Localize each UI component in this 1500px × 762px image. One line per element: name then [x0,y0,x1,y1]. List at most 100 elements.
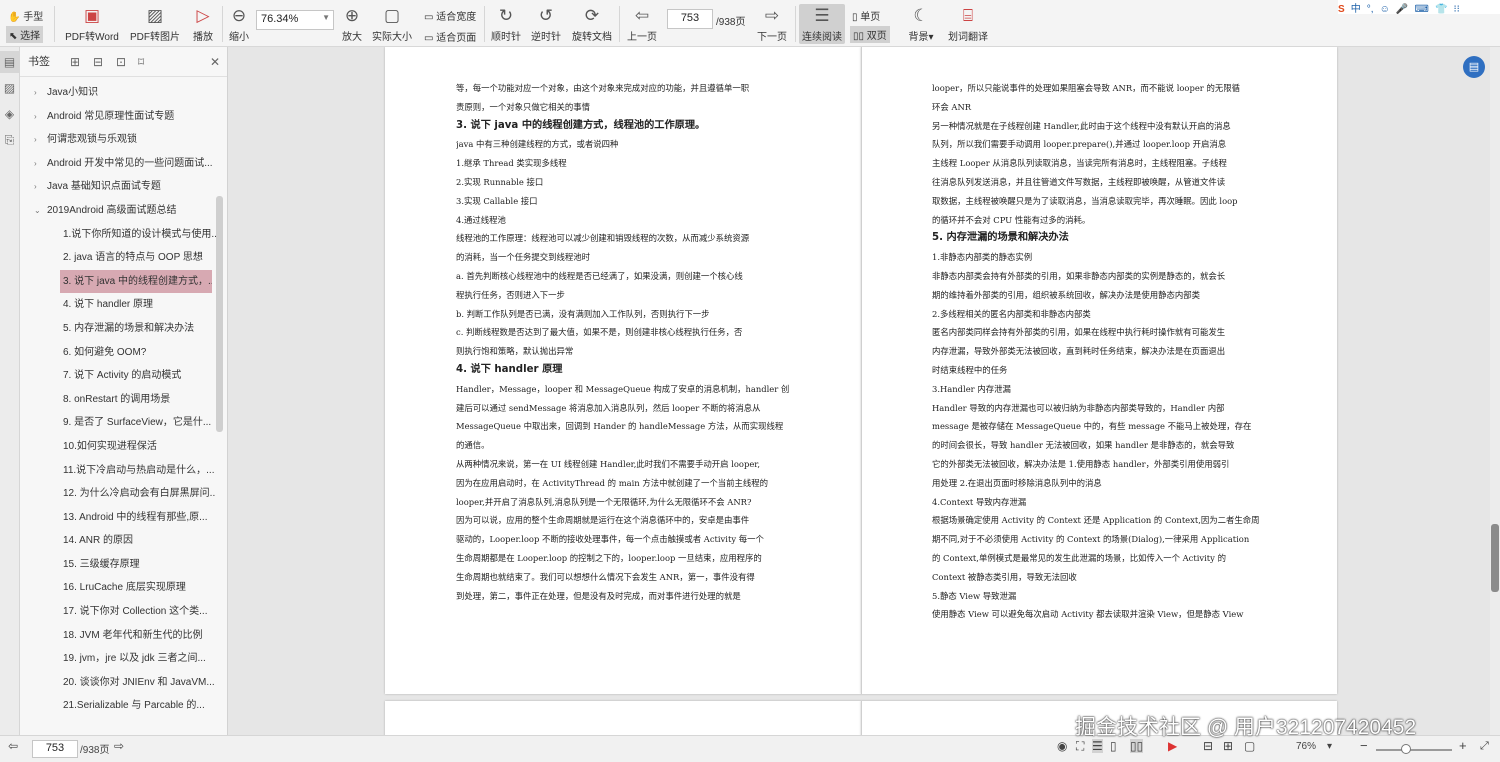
bookmark-item[interactable]: › Java 基础知识点面试专题 [20,175,216,199]
double-mode-icon[interactable]: ▯▯ [1130,739,1144,753]
bookmark-item[interactable]: 21.Serializable 与 Parcable 的... [20,694,216,718]
nav-back-icon[interactable]: ⇦ [8,739,18,753]
zoom-slider[interactable] [1376,749,1452,751]
toolbar: ✋ 手型 ⬉ 选择 ▣ PDF转Word ▨ PDF转图片 ▷ 播放 ⊖ 缩小 76.3… [0,0,1500,47]
bookmark-item[interactable]: › 何谓悲观锁与乐观锁 [20,128,216,152]
page-number-input[interactable]: 753 [667,9,713,29]
zoom-select[interactable]: 76.34% ▼ [256,10,334,30]
nav-forward-icon[interactable]: ⇨ [114,739,124,753]
next-page-button[interactable]: ⇨ 下一页 [754,5,790,43]
chevron-right-icon[interactable]: › [34,128,37,152]
bookmark-item[interactable]: 6. 如何避免 OOM? [20,341,216,365]
continuous-read-button[interactable]: ☰ 连续阅读 [799,5,845,43]
bookmark-item[interactable]: 9. 是否了 SurfaceView，它是什... [20,411,216,435]
bookmark-item[interactable]: 11.说下冷启动与热启动是什么，... [20,459,216,483]
page-total: /938页 [716,17,746,28]
pdf-to-image-button[interactable]: ▨ PDF转图片 [128,5,182,43]
document-scrollbar[interactable] [1490,47,1500,735]
attachment-panel-icon[interactable]: ⎘ [0,129,19,151]
chevron-right-icon[interactable]: › [34,81,37,105]
background-button[interactable]: ☾ 背景▾ [904,5,938,43]
play-mode-icon[interactable]: ▶ [1168,739,1177,753]
bookmark-item[interactable]: 15. 三级缓存原理 [20,553,216,577]
bookmark-item[interactable]: 4. 说下 handler 原理 [20,293,216,317]
bookmark-item[interactable]: 18. JVM 老年代和新生代的比例 [20,624,216,648]
double-page-button[interactable]: ▯▯ 双页 [850,26,890,43]
fit-page-icon[interactable]: ⊞ [1223,739,1233,753]
thumbnail-panel-icon[interactable]: ▨ [0,77,19,99]
bookmark-item[interactable]: 3. 说下 java 中的线程创建方式，... [60,269,212,294]
bookmark-item[interactable]: 2. java 语言的特点与 OOP 思想 [20,246,216,270]
actual-size-icon[interactable]: ▢ [1244,739,1255,753]
translate-button[interactable]: ⌸ 划词翻译 [946,5,990,43]
hand-tool-button[interactable]: ✋ 手型 [8,8,43,23]
bookmark-tag-icon[interactable]: ⌑ [138,47,144,77]
text-line: 使用静态 View 可以避免每次启动 Activity 都去读取并渲染 View… [932,609,1244,620]
bookmark-item[interactable]: › Java小知识 [20,81,216,105]
text-line: 内存泄漏，导致外部类无法被回收，直到耗时任务结束，解决办法是在页面退出 [932,346,1226,357]
bookmark-item[interactable]: 16. LruCache 底层实现原理 [20,576,216,600]
bookmark-label: 14. ANR 的原因 [63,535,134,547]
chevron-down-icon[interactable]: ⌄ [34,199,41,223]
rotate-counterclockwise-button[interactable]: ↺ 逆时针 [528,5,564,43]
fit-page-button[interactable]: ▭ 适合页面 [424,29,476,44]
document-view[interactable]: 等，每一个功能对应一个对象，由这个对象来完成对应的功能，并且遵循单一职 责原则，一… [232,47,1490,735]
text-line: 1.继承 Thread 类实现多线程 [456,158,567,169]
close-icon[interactable]: ✕ [210,47,220,77]
bookmark-item[interactable]: › Android 常见原理性面试专题 [20,105,216,129]
bookmark-item[interactable]: › Android 开发中常见的一些问题面试... [20,152,216,176]
text-line: 程执行任务，否则进入下一步 [456,289,565,300]
bookmark-label: 17. 说下你对 Collection 这个类... [63,606,208,618]
fit-width-button[interactable]: ▭ 适合宽度 [424,8,476,23]
bookmark-item[interactable]: 5. 内存泄漏的场景和解决办法 [20,317,216,341]
bookmark-panel-icon[interactable]: ▤ [0,51,19,73]
prev-page-button[interactable]: ⇦ 上一页 [624,5,660,43]
zoom-slider-knob[interactable] [1401,744,1411,754]
bookmark-item[interactable]: 14. ANR 的原因 [20,529,216,553]
bookmark-item[interactable]: 10.如何实现进程保活 [20,435,216,459]
select-tool-button[interactable]: ⬉ 选择 [6,26,44,43]
continuous-mode-icon[interactable]: ☰ [1092,739,1103,753]
zoom-out-button[interactable]: ⊖ 缩小 [226,5,252,43]
play-button[interactable]: ▷ 播放 [188,5,218,43]
menu-icon: ⁝⁝ [1453,4,1460,15]
zoom-dropdown-icon[interactable]: ▾ [1327,741,1332,752]
eye-care-icon[interactable]: ◉ [1057,739,1067,753]
bookmark-item[interactable]: 8. onRestart 的调用场景 [20,388,216,412]
single-page-button[interactable]: ▯ 单页 [852,8,880,23]
bookmark-item[interactable]: 17. 说下你对 Collection 这个类... [20,600,216,624]
add-bookmark-icon[interactable]: ⊡ [116,47,126,77]
chevron-right-icon[interactable]: › [34,175,37,199]
document-icon: ▤ [1468,61,1480,73]
collapse-icon[interactable]: ⊟ [93,47,103,77]
rotate-clockwise-button[interactable]: ↻ 顺时针 [488,5,524,43]
bookmark-scroll-thumb[interactable] [216,196,223,432]
zoom-in-icon[interactable]: + [1459,738,1467,753]
bookmark-label: 8. onRestart 的调用场景 [63,393,171,405]
rotate-document-button[interactable]: ⟳ 旋转文档 [570,5,614,43]
floating-tool-button[interactable]: ▤ [1463,56,1485,78]
bookmark-item[interactable]: 13. Android 中的线程有那些,原... [20,506,216,530]
single-mode-icon[interactable]: ▯ [1110,739,1117,753]
bookmark-item[interactable]: 1.说下你所知道的设计模式与使用... [20,223,216,247]
bookmark-item[interactable]: 12. 为什么冷启动会有白屏黑屏问... [20,482,216,506]
fullscreen-expand-icon[interactable]: ⤢ [1480,740,1489,753]
bookmark-item[interactable]: 20. 谈谈你对 JNIEnv 和 JavaVM... [20,671,216,695]
ime-tray[interactable]: S 中 °, ☺ 🎤 ⌨ 👕 ⁝⁝ [1338,0,1500,15]
bookmark-item[interactable]: 7. 说下 Activity 的启动模式 [20,364,216,388]
bookmark-scrollbar[interactable] [216,81,223,731]
text-line: 3.Handler 内存泄漏 [932,383,1011,394]
annotation-panel-icon[interactable]: ◈ [0,103,19,125]
chevron-right-icon[interactable]: › [34,105,37,129]
bookmark-item[interactable]: ⌄ 2019Android 高级面试题总结 [20,199,216,223]
document-scroll-thumb[interactable] [1491,524,1499,592]
zoom-in-button[interactable]: ⊕ 放大 [339,5,365,43]
actual-size-button[interactable]: ▢ 实际大小 [370,5,414,43]
expand-icon[interactable]: ⊞ [70,47,80,77]
chevron-right-icon[interactable]: › [34,152,37,176]
fullscreen-icon[interactable]: ⛶ [1076,739,1084,754]
status-page-input[interactable]: 753 [32,740,78,758]
fit-width-icon[interactable]: ⊟ [1203,739,1213,753]
bookmark-item[interactable]: 19. jvm，jre 以及 jdk 三者之间... [20,647,216,671]
pdf-to-word-button[interactable]: ▣ PDF转Word [64,5,120,43]
